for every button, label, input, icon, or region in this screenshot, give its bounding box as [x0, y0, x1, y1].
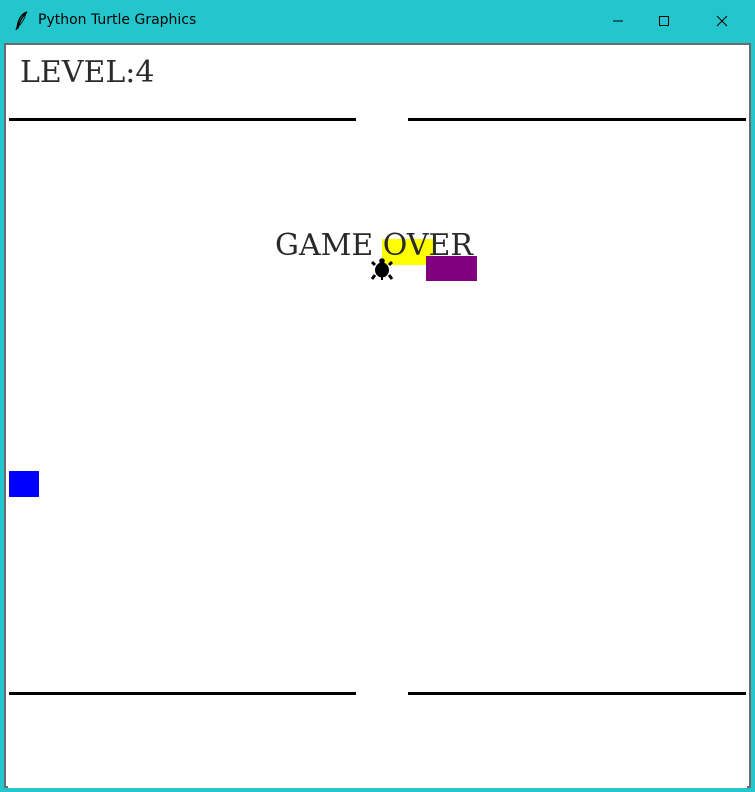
level-indicator: LEVEL:4 [20, 55, 155, 90]
turtle-canvas[interactable] [8, 47, 747, 788]
blue-car [9, 471, 39, 497]
app-window: Python Turtle Graphics LEVEL:4 GAME OVER [0, 0, 755, 792]
maximize-button[interactable] [641, 0, 687, 42]
minimize-icon [612, 12, 624, 31]
top-wall-right [408, 118, 746, 121]
bottom-wall-left [9, 692, 356, 695]
turtle-icon [370, 256, 394, 282]
close-button[interactable] [699, 0, 745, 42]
maximize-icon [658, 12, 670, 31]
minimize-button[interactable] [595, 0, 641, 42]
window-title: Python Turtle Graphics [38, 12, 197, 28]
top-wall-left [9, 118, 356, 121]
close-icon [716, 12, 728, 31]
title-bar[interactable]: Python Turtle Graphics [0, 0, 755, 42]
bottom-wall-right [408, 692, 746, 695]
level-label: LEVEL: [20, 55, 136, 90]
level-value: 4 [135, 55, 155, 90]
feather-icon [13, 11, 31, 31]
